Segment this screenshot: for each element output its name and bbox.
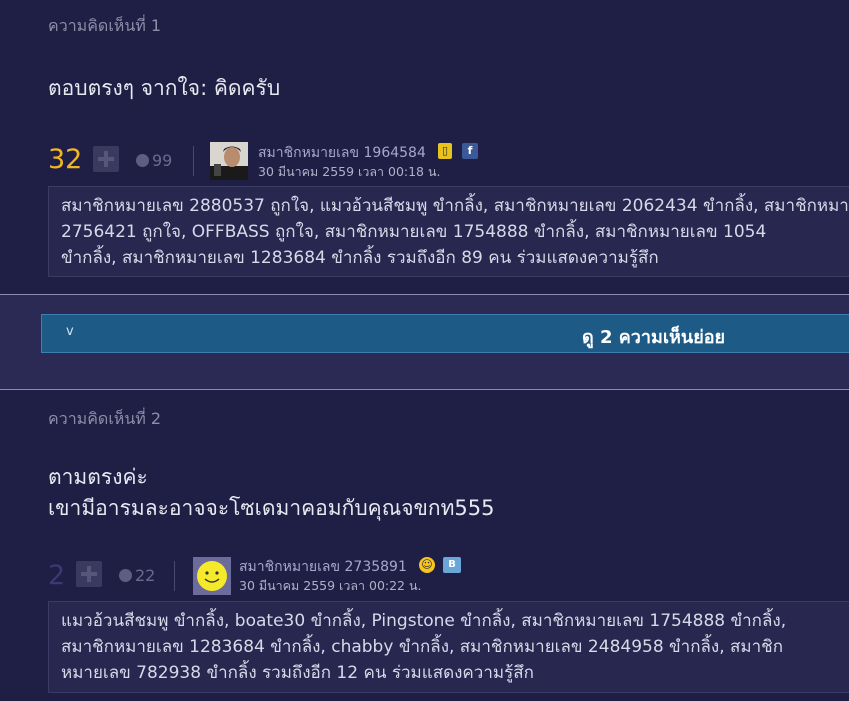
mobile-icon: ▯ <box>438 143 452 159</box>
comment-1: ความคิดเห็นที่ 1 ตอบตรงๆ จากใจ: คิดครับ … <box>0 0 849 294</box>
emotions-line: แมวอ้วนสีชมพู ขำกลิ้ง, boate30 ขำกลิ้ง, … <box>61 611 787 631</box>
emotion-face-icon <box>119 569 132 582</box>
emotion-face-icon <box>136 154 149 167</box>
comment-body-line: ตามตรงค่ะ <box>48 465 148 489</box>
avatar[interactable] <box>193 557 231 595</box>
comment-body: ตามตรงค่ะ เขามีอารมละอาจจะโซเดมาคอมกับคุ… <box>48 462 495 524</box>
comment-body-line: เขามีอารมละอาจจะโซเดมาคอมกับคุณจขกท555 <box>48 496 495 520</box>
emotions-line: สมาชิกหมายเลข 1283684 ขำกลิ้ง, chabby ขำ… <box>61 637 783 657</box>
plus-vote-button[interactable] <box>76 561 102 587</box>
laughing-emoji-icon: ☺ <box>419 557 435 573</box>
view-subcomments-label: ดู 2 ความเห็นย่อย <box>582 327 726 348</box>
comment-body: ตอบตรงๆ จากใจ: คิดครับ <box>48 73 280 104</box>
vote-score: 2 <box>48 560 66 591</box>
emotions-summary: สมาชิกหมายเลข 2880537 ถูกใจ, แมวอ้วนสีชม… <box>48 186 849 277</box>
emotions-line: สมาชิกหมายเลข 2880537 ถูกใจ, แมวอ้วนสีชม… <box>61 196 849 216</box>
divider <box>174 561 175 591</box>
emotions-line: ขำกลิ้ง, สมาชิกหมายเลข 1283684 ขำกลิ้ง ร… <box>61 248 659 268</box>
emotions-line: 2756421 ถูกใจ, OFFBASS ถูกใจ, สมาชิกหมาย… <box>61 222 767 242</box>
timestamp: 30 มีนาคม 2559 เวลา 00:18 น. <box>258 164 441 179</box>
username-link[interactable]: สมาชิกหมายเลข 1964584 <box>258 142 426 164</box>
vote-score: 32 <box>48 144 83 175</box>
emotions-summary: แมวอ้วนสีชมพู ขำกลิ้ง, boate30 ขำกลิ้ง, … <box>48 601 849 693</box>
comment-2: ความคิดเห็นที่ 2 ตามตรงค่ะ เขามีอารมละอา… <box>0 390 849 701</box>
emotions-line: หมายเลข 782938 ขำกลิ้ง รวมถึงอีก 12 คน ร… <box>61 663 534 683</box>
avatar[interactable] <box>210 142 248 180</box>
facebook-icon: f <box>462 143 478 159</box>
username-link[interactable]: สมาชิกหมายเลข 2735891 <box>239 556 407 578</box>
blogger-icon: B <box>443 557 461 573</box>
timestamp: 30 มีนาคม 2559 เวลา 00:22 น. <box>239 578 422 593</box>
comment-body-line: ตอบตรงๆ จากใจ: คิดครับ <box>48 76 281 100</box>
view-subcomments-button[interactable]: v ดู 2 ความเห็นย่อย <box>41 314 849 353</box>
comment-number: ความคิดเห็นที่ 1 <box>48 16 162 35</box>
comment-number: ความคิดเห็นที่ 2 <box>48 409 162 428</box>
emotion-count[interactable]: 22 <box>119 566 155 586</box>
divider <box>193 146 194 176</box>
emotion-count[interactable]: 99 <box>136 151 172 171</box>
chevron-down-icon: v <box>66 324 74 339</box>
plus-vote-button[interactable] <box>93 146 119 172</box>
